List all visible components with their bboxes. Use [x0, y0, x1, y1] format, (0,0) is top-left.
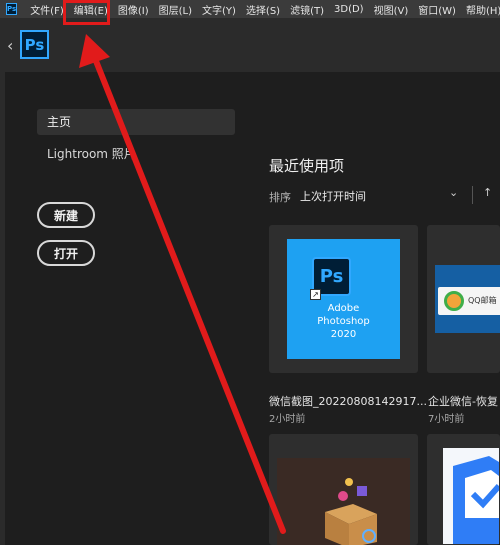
annotation-arrow-icon: [79, 34, 286, 534]
